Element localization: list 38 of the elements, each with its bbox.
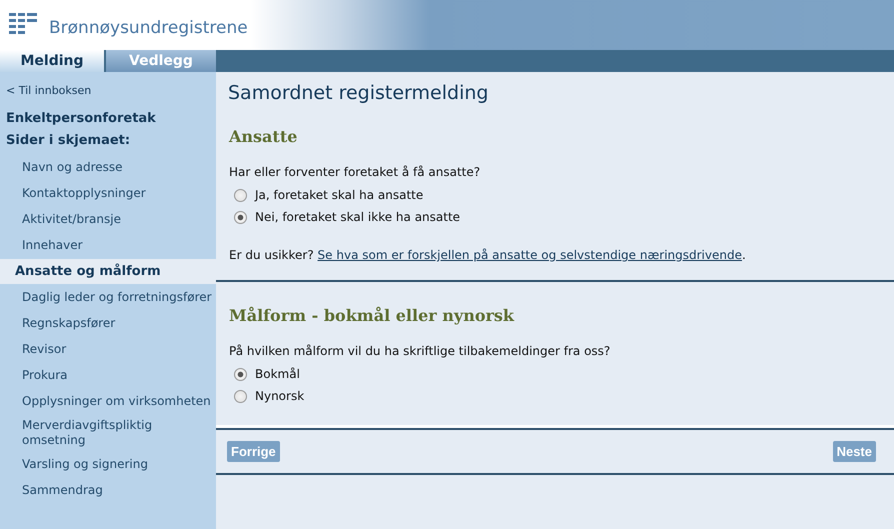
form-type: Enkeltpersonforetak (6, 111, 157, 126)
radio-option[interactable]: Nei, foretaket skal ikke ha ansatte (234, 206, 460, 228)
tab[interactable]: Melding (0, 50, 104, 72)
back-link[interactable]: < Til innboksen (6, 84, 92, 97)
page-title: Samordnet registermelding (228, 82, 490, 104)
help-link[interactable]: Se hva som er forskjellen på ansatte og selvstendige næringsdrivende (318, 248, 742, 262)
sidebar-item[interactable]: Daglig leder og forretningsfører (0, 285, 216, 310)
logo-icon (9, 13, 39, 37)
radio-button[interactable] (234, 368, 247, 380)
radio-button[interactable] (234, 390, 247, 402)
pages-heading: Sider i skjemaet: (6, 133, 132, 148)
radio-button[interactable] (234, 210, 247, 224)
option-label: Ja, foretaket skal ha ansatte (255, 188, 424, 202)
question-text: På hvilken målform vil du ha skriftlige tilbakemeldinger fra oss? (229, 344, 612, 358)
logo-text: Brønnøysundregistrene (49, 18, 248, 38)
sidebar-item[interactable]: Revisor (0, 337, 216, 362)
help-text: Er du usikker? Se hva som er forskjellen på ansatte og selvstendige næringsdrivende. (229, 248, 747, 262)
radio-button[interactable] (234, 188, 247, 202)
sidebar-item[interactable]: Kontaktopplysninger (0, 181, 216, 206)
radio-option[interactable]: Ja, foretaket skal ha ansatte (234, 184, 424, 206)
sidebar-item[interactable]: Aktivitet/bransje (0, 207, 216, 232)
sidebar-item[interactable]: Innehaver (0, 233, 216, 258)
option-label: Bokmål (255, 367, 300, 381)
radio-option[interactable]: Bokmål (234, 363, 300, 385)
sidebar-item[interactable]: Navn og adresse (0, 155, 216, 180)
sidebar-item[interactable]: Ansatte og målform (0, 259, 216, 284)
sidebar-item[interactable]: Merverdiavgiftspliktig omsetning (0, 415, 216, 451)
option-label: Nei, foretaket skal ikke ha ansatte (255, 210, 460, 224)
section-heading: Målform - bokmål eller nynorsk (229, 306, 516, 325)
section-heading: Ansatte (229, 127, 298, 146)
radio-option[interactable]: Nynorsk (234, 385, 304, 407)
sidebar-item[interactable]: Opplysninger om virksomheten (0, 389, 216, 414)
sidebar-item[interactable]: Prokura (0, 363, 216, 388)
option-label: Nynorsk (255, 389, 304, 403)
question-text: Har eller forventer foretaket å få ansatte? (229, 165, 482, 179)
sidebar-item[interactable]: Sammendrag (0, 478, 216, 503)
sidebar-item[interactable]: Varsling og signering (0, 452, 216, 477)
sidebar-item[interactable]: Regnskapsfører (0, 311, 216, 336)
